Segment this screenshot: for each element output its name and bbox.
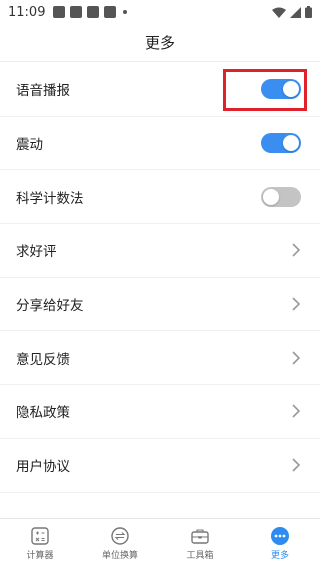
- setting-share[interactable]: 分享给好友: [0, 278, 320, 332]
- tab-label: 工具箱: [186, 551, 214, 561]
- tab-label: 更多: [270, 551, 289, 561]
- notification-icon: [104, 6, 117, 18]
- battery-icon: [305, 6, 312, 18]
- setting-label: 用户协议: [16, 459, 70, 476]
- page-header: 更多: [0, 24, 320, 62]
- toggle-knob: [263, 188, 279, 205]
- tab-label: 单位换算: [101, 551, 138, 561]
- setting-label: 震动: [16, 137, 43, 154]
- more-notifications-icon: [123, 10, 128, 14]
- setting-privacy-policy[interactable]: 隐私政策: [0, 385, 320, 439]
- bottom-tab-bar: 计算器 单位换算 工具箱 更多: [0, 518, 320, 568]
- chevron-right-icon: [292, 297, 301, 311]
- exchange-icon: [111, 527, 129, 545]
- highlight-box: [223, 69, 307, 111]
- vibration-toggle[interactable]: [261, 133, 301, 154]
- chevron-right-icon: [292, 351, 301, 365]
- setting-user-agreement[interactable]: 用户协议: [0, 439, 320, 493]
- setting-label: 求好评: [16, 244, 57, 261]
- scientific-notation-toggle[interactable]: [261, 186, 301, 207]
- notification-icon: [70, 6, 83, 18]
- status-bar: 11:09: [0, 0, 320, 24]
- chevron-right-icon: [292, 458, 301, 472]
- signal-icon: [290, 6, 301, 18]
- tab-calculator[interactable]: 计算器: [0, 519, 80, 568]
- tab-unit-conversion[interactable]: 单位换算: [80, 519, 160, 568]
- wifi-icon: [272, 7, 286, 18]
- notification-icon: [53, 6, 66, 18]
- setting-label: 隐私政策: [16, 405, 70, 422]
- tab-toolbox[interactable]: 工具箱: [160, 519, 240, 568]
- setting-label: 科学计数法: [16, 190, 84, 207]
- page-title: 更多: [144, 34, 175, 52]
- toggle-knob: [283, 135, 299, 152]
- status-time: 11:09: [8, 4, 46, 20]
- setting-rate-app[interactable]: 求好评: [0, 224, 320, 278]
- setting-scientific-notation[interactable]: 科学计数法: [0, 170, 320, 225]
- setting-label: 意见反馈: [16, 351, 70, 368]
- setting-vibration[interactable]: 震动: [0, 117, 320, 171]
- setting-label: 分享给好友: [16, 298, 84, 315]
- settings-list: 语音播报 震动 科学计数法 求好评 分享给好友 意见反馈 隐私政策 用户协议: [0, 63, 320, 493]
- calculator-icon: [31, 527, 49, 545]
- chevron-right-icon: [292, 243, 301, 257]
- more-icon: [271, 527, 289, 545]
- chevron-right-icon: [292, 404, 301, 419]
- tab-more[interactable]: 更多: [240, 519, 320, 568]
- tab-label: 计算器: [26, 551, 54, 561]
- toolbox-icon: [191, 529, 209, 544]
- notification-icon: [87, 6, 100, 18]
- status-icons: [272, 6, 312, 18]
- setting-feedback[interactable]: 意见反馈: [0, 331, 320, 386]
